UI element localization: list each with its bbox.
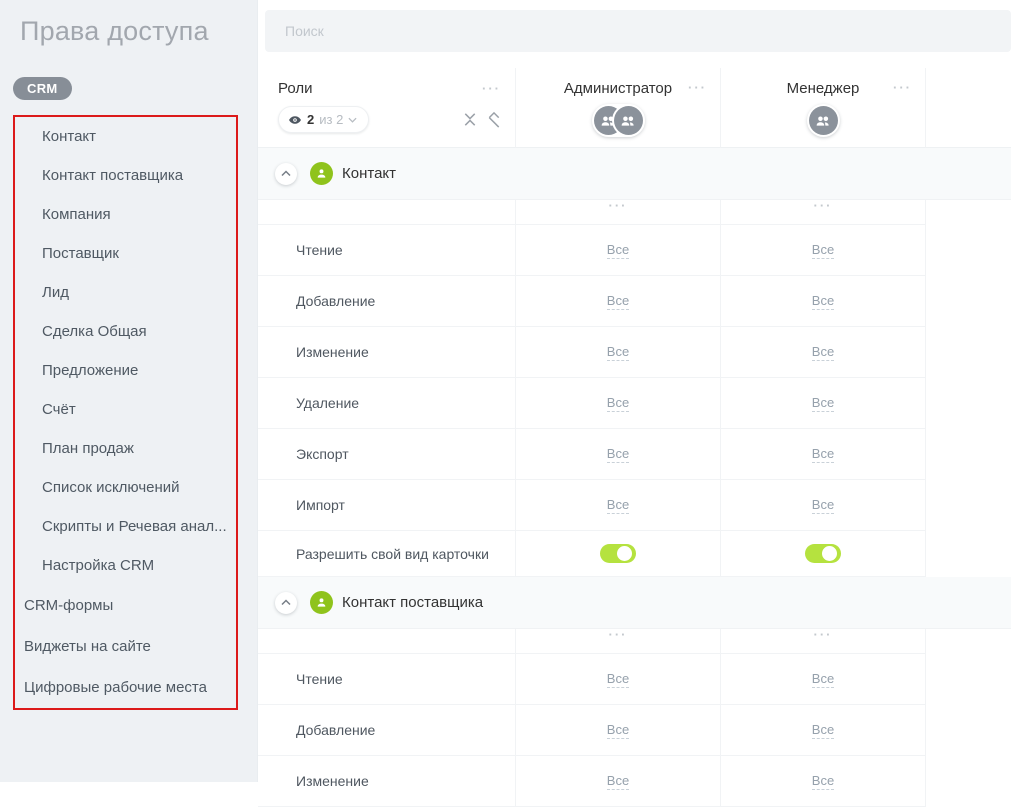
filter-total: из 2 <box>319 112 343 127</box>
permission-value-link[interactable]: Все <box>607 395 629 412</box>
settings-sidebar: Права доступа CRM КонтактКонтакт поставщ… <box>0 0 257 782</box>
sidebar-item-crm-entity[interactable]: Поставщик <box>15 234 236 273</box>
permission-value-link[interactable]: Все <box>607 242 629 259</box>
sidebar-item-crm-entity[interactable]: Предложение <box>15 351 236 390</box>
collapse-section-icon[interactable] <box>275 592 297 614</box>
entity-icon <box>310 162 333 185</box>
permission-value-link[interactable]: Все <box>812 497 834 514</box>
filter-count: 2 <box>307 112 314 127</box>
group-avatar-icon <box>614 106 643 135</box>
role-title: Менеджер <box>787 80 860 97</box>
search-input[interactable] <box>265 10 1011 52</box>
chevron-down-icon <box>348 117 357 123</box>
sidebar-item-crm-entity[interactable]: Настройка CRM <box>15 546 236 585</box>
permission-row: Импорт Все Все <box>258 480 1011 531</box>
column-menu-icon[interactable]: ··· <box>814 202 833 210</box>
role-column-administrator: Администратор ··· <box>516 68 721 148</box>
permission-label: Добавление <box>258 705 516 756</box>
permissions-panel: Роли ··· 2 из 2 <box>257 0 1011 782</box>
sidebar-item-crm-entity[interactable]: План продаж <box>15 429 236 468</box>
permission-value-link[interactable]: Все <box>812 395 834 412</box>
page-title: Права доступа <box>20 16 209 47</box>
empty-header-cell <box>926 68 1011 148</box>
expand-all-icon[interactable] <box>487 111 501 128</box>
sidebar-item-crm-entity[interactable]: Контакт поставщика <box>15 156 236 195</box>
permission-value-link[interactable]: Все <box>607 446 629 463</box>
roles-header-cell: Роли ··· 2 из 2 <box>258 68 516 148</box>
permission-label: Экспорт <box>258 429 516 480</box>
sidebar-item-crm-entity[interactable]: Лид <box>15 273 236 312</box>
permission-value-link[interactable]: Все <box>607 722 629 739</box>
role-members-avatars[interactable] <box>807 104 840 137</box>
annotation-red-box: КонтактКонтакт поставщикаКомпанияПоставщ… <box>13 115 238 710</box>
sidebar-item-section[interactable]: Цифровые рабочие места <box>15 667 236 708</box>
permission-row: Добавление Все Все <box>258 276 1011 327</box>
permission-row: Изменение Все Все <box>258 327 1011 378</box>
roles-menu-icon[interactable]: ··· <box>482 85 501 93</box>
permission-value-link[interactable]: Все <box>607 671 629 688</box>
permission-label: Удаление <box>258 378 516 429</box>
collapse-all-icon[interactable] <box>463 111 477 128</box>
permission-value-link[interactable]: Все <box>607 344 629 361</box>
sidebar-item-crm-entity[interactable]: Компания <box>15 195 236 234</box>
permission-label: Изменение <box>258 327 516 378</box>
column-actions-row: ··· ··· <box>258 200 1011 225</box>
permission-value-link[interactable]: Все <box>607 497 629 514</box>
roles-header-label: Роли <box>278 80 313 97</box>
permission-row: Разрешить свой вид карточки <box>258 531 1011 577</box>
permissions-table: Роли ··· 2 из 2 <box>258 68 1011 807</box>
column-menu-icon[interactable]: ··· <box>814 631 833 639</box>
permission-row: Чтение Все Все <box>258 225 1011 276</box>
permission-label: Чтение <box>258 225 516 276</box>
eye-icon <box>288 113 302 127</box>
permission-value-link[interactable]: Все <box>812 344 834 361</box>
column-menu-icon[interactable]: ··· <box>609 631 628 639</box>
role-column-manager: Менеджер ··· <box>721 68 926 148</box>
permission-row: Добавление Все Все <box>258 705 1011 756</box>
permission-value-link[interactable]: Все <box>812 773 834 790</box>
permission-value-link[interactable]: Все <box>812 293 834 310</box>
column-actions-row: ··· ··· <box>258 629 1011 654</box>
permission-label: Чтение <box>258 654 516 705</box>
permission-label: Импорт <box>258 480 516 531</box>
permission-value-link[interactable]: Все <box>812 446 834 463</box>
sidebar-item-crm-entity[interactable]: Скрипты и Речевая анал... <box>15 507 236 546</box>
permission-label: Разрешить свой вид карточки <box>258 531 516 577</box>
permission-value-link[interactable]: Все <box>812 242 834 259</box>
permission-value-link[interactable]: Все <box>812 671 834 688</box>
sidebar-item-crm-entity[interactable]: Список исключений <box>15 468 236 507</box>
role-members-avatars[interactable] <box>592 104 645 137</box>
permission-label: Добавление <box>258 276 516 327</box>
permission-value-link[interactable]: Все <box>607 293 629 310</box>
sidebar-item-section[interactable]: Виджеты на сайте <box>15 626 236 667</box>
column-menu-icon[interactable]: ··· <box>609 202 628 210</box>
role-title: Администратор <box>564 80 672 97</box>
search-bar <box>265 10 1011 52</box>
sidebar-item-crm-entity[interactable]: Сделка Общая <box>15 312 236 351</box>
collapse-section-icon[interactable] <box>275 163 297 185</box>
group-avatar-icon <box>809 106 838 135</box>
entity-section-header: Контакт <box>258 148 1011 200</box>
roles-filter-dropdown[interactable]: 2 из 2 <box>278 106 369 133</box>
sidebar-item-crm-entity[interactable]: Счёт <box>15 390 236 429</box>
permission-toggle-on[interactable] <box>805 544 841 563</box>
entity-icon <box>310 591 333 614</box>
permission-row: Экспорт Все Все <box>258 429 1011 480</box>
entity-section-title: Контакт <box>342 165 396 182</box>
permission-row: Удаление Все Все <box>258 378 1011 429</box>
permission-row: Чтение Все Все <box>258 654 1011 705</box>
entity-section-title: Контакт поставщика <box>342 594 483 611</box>
role-menu-icon[interactable]: ··· <box>893 84 912 92</box>
permission-value-link[interactable]: Все <box>607 773 629 790</box>
sidebar-item-crm-entity[interactable]: Контакт <box>15 117 236 156</box>
sidebar-item-section[interactable]: CRM-формы <box>15 585 236 626</box>
role-menu-icon[interactable]: ··· <box>688 84 707 92</box>
entity-section-header: Контакт поставщика <box>258 577 1011 629</box>
crm-section-badge[interactable]: CRM <box>13 77 72 100</box>
permission-toggle-on[interactable] <box>600 544 636 563</box>
permission-value-link[interactable]: Все <box>812 722 834 739</box>
table-header-row: Роли ··· 2 из 2 <box>258 68 1011 148</box>
